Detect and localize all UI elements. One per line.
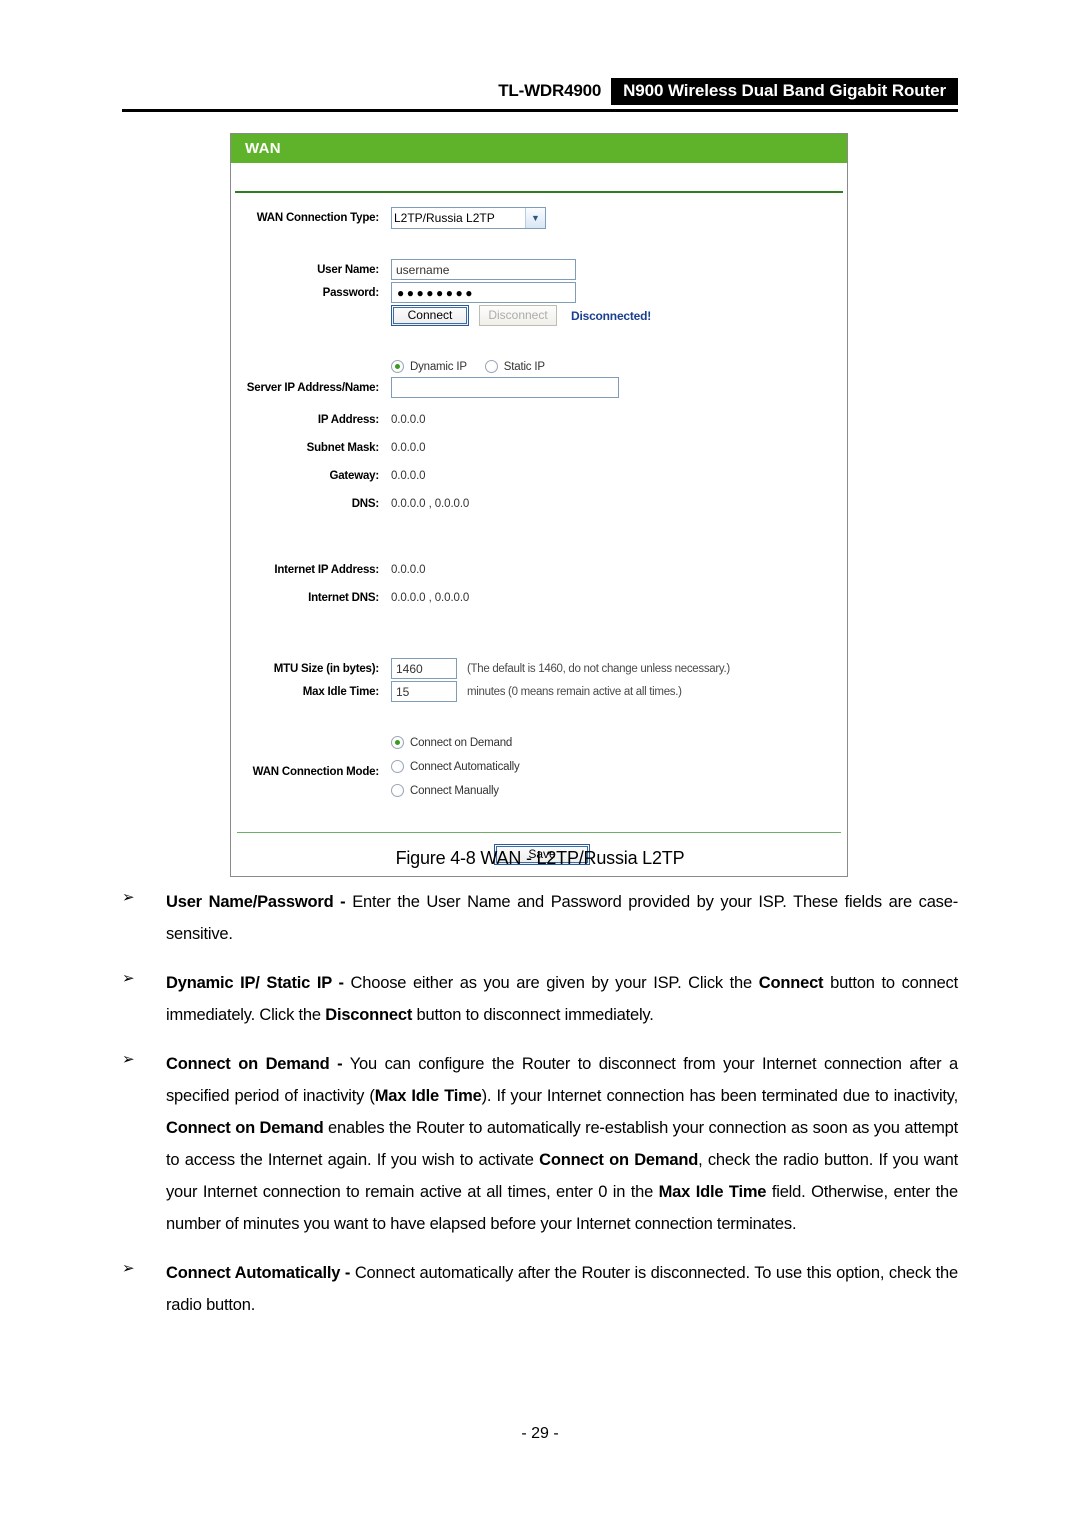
radio-dynamic-ip-label: Dynamic IP — [410, 360, 467, 373]
server-ip-input[interactable] — [391, 377, 619, 398]
panel-title-separator — [235, 163, 843, 193]
ip-address-value: 0.0.0.0 — [391, 414, 426, 426]
dns-value: 0.0.0.0 , 0.0.0.0 — [391, 498, 470, 510]
gateway-row: Gateway: 0.0.0.0 — [231, 470, 847, 482]
radio-connect-on-demand-label: Connect on Demand — [410, 736, 513, 749]
radio-connect-automatically-label: Connect Automatically — [410, 760, 520, 773]
subnet-mask-value: 0.0.0.0 — [391, 442, 426, 454]
list-item: ➢ Connect on Demand - You can configure … — [122, 1048, 958, 1240]
wan-connection-type-label: WAN Connection Type: — [256, 212, 379, 224]
max-idle-time-label: Max Idle Time: — [302, 685, 379, 698]
wan-connection-type-select-wrapper[interactable]: L2TP/Russia L2TP ▼ — [391, 207, 546, 229]
radio-connect-manually-icon — [391, 784, 404, 797]
max-idle-time-row: Max Idle Time: minutes (0 means remain a… — [231, 681, 847, 702]
bullet-arrow-icon: ➢ — [122, 969, 135, 987]
radio-connect-automatically[interactable]: Connect Automatically — [391, 760, 520, 773]
wan-settings-panel: WAN WAN Connection Type: L2TP/Russia L2T… — [230, 133, 848, 877]
router-model: TL-WDR4900 — [498, 81, 602, 100]
list-item: ➢ Dynamic IP/ Static IP - Choose either … — [122, 967, 958, 1031]
ip-address-label: IP Address: — [317, 414, 379, 426]
bullet-arrow-icon: ➢ — [122, 1259, 135, 1277]
password-input[interactable]: ●●●●●●●● — [391, 282, 576, 303]
gateway-label: Gateway: — [329, 470, 379, 482]
connection-status-text: Disconnected! — [571, 308, 652, 323]
user-name-input[interactable] — [391, 259, 576, 280]
user-name-label: User Name: — [317, 263, 379, 276]
subnet-mask-label: Subnet Mask: — [306, 442, 380, 454]
radio-connect-manually-label: Connect Manually — [410, 784, 499, 797]
radio-dynamic-ip-icon — [391, 360, 404, 373]
max-idle-time-input[interactable] — [391, 681, 457, 702]
wan-connection-type-row: WAN Connection Type: L2TP/Russia L2TP ▼ — [231, 207, 847, 229]
radio-dynamic-ip[interactable]: Dynamic IP — [391, 360, 467, 373]
mtu-size-input[interactable] — [391, 658, 457, 679]
server-ip-label: Server IP Address/Name: — [246, 381, 379, 394]
internet-dns-value: 0.0.0.0 , 0.0.0.0 — [391, 592, 470, 604]
header-rule — [122, 109, 958, 112]
internet-dns-row: Internet DNS: 0.0.0.0 , 0.0.0.0 — [231, 592, 847, 604]
ip-address-row: IP Address: 0.0.0.0 — [231, 414, 847, 426]
dns-row: DNS: 0.0.0.0 , 0.0.0.0 — [231, 498, 847, 510]
radio-connect-on-demand[interactable]: Connect on Demand — [391, 736, 512, 749]
panel-body: WAN Connection Type: L2TP/Russia L2TP ▼ … — [231, 193, 847, 876]
radio-static-ip-icon — [484, 360, 498, 373]
radio-static-ip-label: Static IP — [503, 360, 545, 373]
internet-dns-label: Internet DNS: — [308, 592, 379, 604]
subnet-mask-row: Subnet Mask: 0.0.0.0 — [231, 442, 847, 454]
wan-connection-type-select[interactable]: L2TP/Russia L2TP — [391, 207, 546, 229]
bullet-text: Connect on Demand - You can configure th… — [166, 1055, 958, 1233]
page-number: - 29 - — [521, 1425, 559, 1442]
radio-connect-automatically-icon — [391, 760, 404, 773]
password-row: Password: ●●●●●●●● — [231, 282, 847, 303]
disconnect-button: Disconnect — [479, 305, 557, 326]
bullet-arrow-icon: ➢ — [122, 888, 135, 906]
gateway-value: 0.0.0.0 — [391, 470, 426, 482]
password-label: Password: — [322, 286, 380, 299]
radio-connect-manually[interactable]: Connect Manually — [391, 784, 499, 797]
body-content: ➢ User Name/Password - Enter the User Na… — [122, 886, 958, 1338]
server-ip-row: Server IP Address/Name: — [231, 377, 847, 398]
wan-connection-mode-label: WAN Connection Mode: — [252, 766, 380, 778]
router-product-name: N900 Wireless Dual Band Gigabit Router — [611, 77, 958, 105]
radio-static-ip[interactable]: Static IP — [484, 360, 545, 373]
user-name-row: User Name: — [231, 259, 847, 280]
connect-button[interactable]: Connect — [391, 305, 469, 326]
internet-ip-address-row: Internet IP Address: 0.0.0.0 — [231, 564, 847, 576]
bullet-arrow-icon: ➢ — [122, 1050, 135, 1068]
page-header: TL-WDR4900 N900 Wireless Dual Band Gigab… — [122, 76, 958, 112]
internet-ip-address-value: 0.0.0.0 — [391, 564, 426, 576]
dns-label: DNS: — [351, 498, 380, 510]
bullet-text: User Name/Password - Enter the User Name… — [166, 893, 958, 943]
mtu-size-row: MTU Size (in bytes): (The default is 146… — [231, 658, 847, 679]
max-idle-time-hint: minutes (0 means remain active at all ti… — [467, 685, 682, 698]
bullet-text: Connect Automatically - Connect automati… — [166, 1264, 958, 1314]
mtu-size-hint: (The default is 1460, do not change unle… — [467, 662, 730, 675]
radio-connect-on-demand-icon — [391, 736, 404, 749]
bullet-text: Dynamic IP/ Static IP - Choose either as… — [166, 974, 958, 1024]
list-item: ➢ User Name/Password - Enter the User Na… — [122, 886, 958, 950]
wan-connection-mode-row: WAN Connection Mode: Connect on Demand C… — [231, 736, 847, 808]
ip-mode-row: Dynamic IP Static IP — [231, 360, 847, 373]
connect-actions-row: Connect Disconnect Disconnected! — [231, 305, 847, 326]
mtu-size-label: MTU Size (in bytes): — [273, 662, 379, 675]
figure-caption: Figure 4-8 WAN - L2TP/Russia L2TP — [395, 848, 685, 868]
list-item: ➢ Connect Automatically - Connect automa… — [122, 1257, 958, 1321]
panel-title: WAN — [231, 134, 847, 163]
internet-ip-address-label: Internet IP Address: — [274, 564, 379, 576]
